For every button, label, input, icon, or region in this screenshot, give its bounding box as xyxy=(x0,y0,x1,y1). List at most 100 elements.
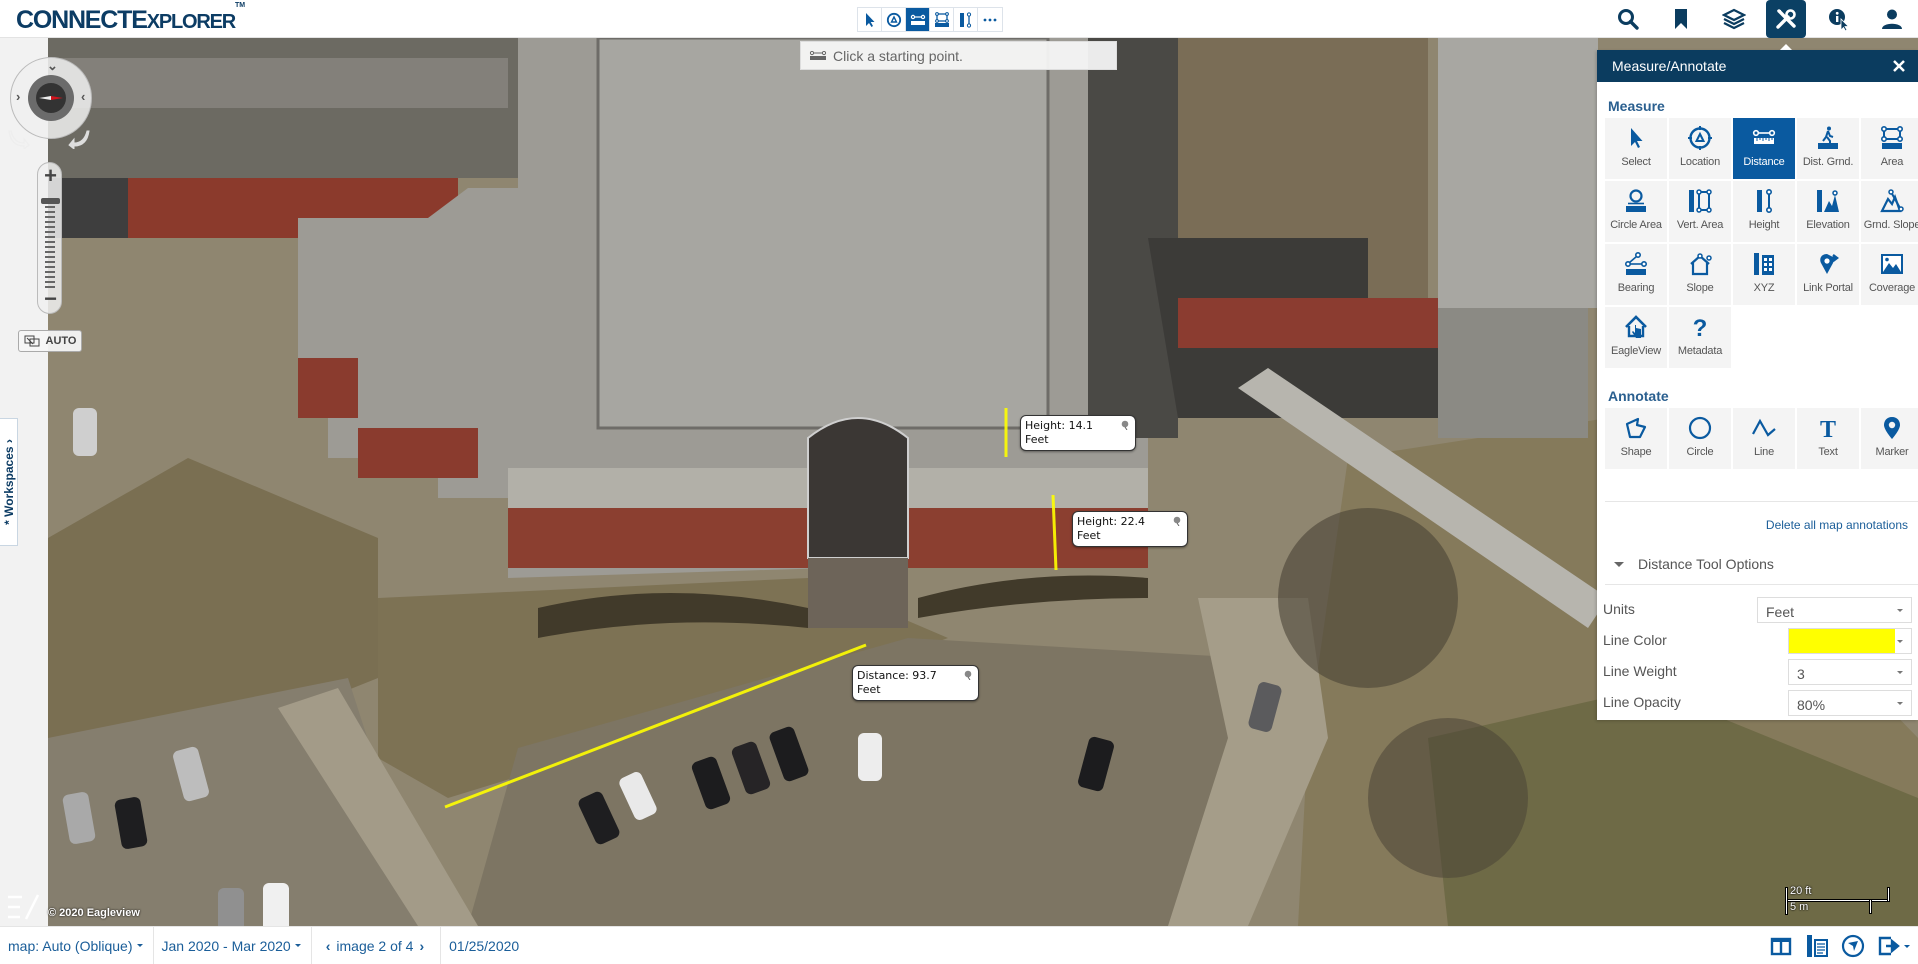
delete-all-annotations-link[interactable]: Delete all map annotations xyxy=(1597,502,1918,546)
bookmark-icon xyxy=(1674,9,1687,29)
quick-height-button[interactable] xyxy=(954,8,978,31)
nav-search-button[interactable] xyxy=(1601,0,1654,38)
nav-bookmarks-button[interactable] xyxy=(1654,0,1707,38)
connectexplorer-logo[interactable]: CONNECTEXPLORER TM xyxy=(16,2,245,35)
line-opacity-value: 80% xyxy=(1797,697,1826,713)
pan-up-chevron-icon[interactable]: ⌄ xyxy=(47,58,58,74)
date-range-dropdown[interactable]: Jan 2020 - Mar 2020 xyxy=(154,926,312,964)
annotation-value: Height: 14.1 xyxy=(1025,419,1094,432)
auto-view-button[interactable]: AUTO xyxy=(18,330,82,352)
annotation-unit: Feet xyxy=(1025,433,1049,446)
pin-icon[interactable] xyxy=(1120,420,1130,430)
tool-select[interactable]: Select xyxy=(1605,118,1667,179)
units-select[interactable]: Feet xyxy=(1757,597,1912,623)
caret-down-icon xyxy=(294,944,301,947)
map-mode-value: map: Auto (Oblique) xyxy=(8,937,133,954)
connect-explorer-app: CONNECTEXPLORERTM Height: 14.1 Feet Heig… xyxy=(0,0,1918,964)
pointer-icon xyxy=(865,12,874,27)
logo-trademark: TM xyxy=(234,1,246,9)
tool-label: Dist. Grnd. xyxy=(1802,156,1854,168)
height-annotation-label-1[interactable]: Height: 14.1 Feet xyxy=(1020,415,1136,451)
navigate-icon[interactable] xyxy=(1841,934,1865,958)
circle-area-icon xyxy=(1626,189,1646,212)
tool-bearing[interactable]: Bearing xyxy=(1605,244,1667,305)
quick-area-button[interactable] xyxy=(930,8,954,31)
zoom-slider-handle[interactable] xyxy=(41,198,60,204)
tool-distance-ground[interactable]: Dist. Grnd. xyxy=(1797,118,1859,179)
tool-elevation[interactable]: Elevation xyxy=(1797,181,1859,242)
line-opacity-label: Line Opacity xyxy=(1603,694,1681,710)
measure-section-title: Measure xyxy=(1608,98,1665,114)
text-icon: T xyxy=(1820,417,1836,440)
split-view-icon[interactable] xyxy=(1769,934,1793,958)
nav-info-button[interactable] xyxy=(1812,0,1865,38)
distance-tool-options-toggle[interactable]: Distance Tool Options xyxy=(1597,546,1918,584)
tool-label: Shape xyxy=(1620,446,1652,458)
tool-label: Bearing xyxy=(1617,282,1655,294)
walking-ruler-icon xyxy=(1818,126,1838,149)
close-icon[interactable] xyxy=(1890,57,1908,75)
tool-label: Coverage xyxy=(1868,282,1916,294)
workspaces-tab[interactable]: * Workspaces › xyxy=(0,418,18,546)
pin-icon[interactable] xyxy=(963,670,973,680)
map-mode-dropdown[interactable]: map: Auto (Oblique) xyxy=(0,926,154,964)
quick-more-button[interactable] xyxy=(978,8,1002,31)
measure-report-icon[interactable] xyxy=(1805,934,1829,958)
annotate-section-title: Annotate xyxy=(1608,388,1669,404)
caret-down-icon xyxy=(1904,944,1910,948)
quick-distance-button[interactable] xyxy=(906,8,930,31)
pan-right-chevron-icon[interactable]: ‹ xyxy=(81,89,85,104)
pan-left-chevron-icon[interactable]: › xyxy=(16,89,20,104)
caret-down-icon xyxy=(1897,702,1903,705)
tool-area[interactable]: Area xyxy=(1861,118,1918,179)
zoom-slider[interactable]: + − xyxy=(37,162,62,314)
tool-eagleview[interactable]: EagleView xyxy=(1605,307,1667,368)
caret-down-icon xyxy=(1897,640,1903,643)
line-color-select[interactable] xyxy=(1788,628,1912,654)
tool-height[interactable]: Height xyxy=(1733,181,1795,242)
tool-distance[interactable]: Distance xyxy=(1733,118,1795,179)
tool-text[interactable]: T Text xyxy=(1797,408,1859,469)
tool-label: Area xyxy=(1880,156,1904,168)
distance-annotation-label[interactable]: Distance: 93.7 Feet xyxy=(852,665,979,701)
measure-hint-box: Click a starting point. xyxy=(800,41,1117,70)
tool-metadata[interactable]: ? Metadata xyxy=(1669,307,1731,368)
tool-link-portal[interactable]: Link Portal xyxy=(1797,244,1859,305)
panel-title: Measure/Annotate xyxy=(1612,58,1727,74)
scale-bar: 20 ft 5 m xyxy=(1783,885,1895,915)
pin-icon[interactable] xyxy=(1172,516,1182,526)
tool-circle[interactable]: Circle xyxy=(1669,408,1731,469)
quick-select-button[interactable] xyxy=(858,8,882,31)
tool-coverage[interactable]: Coverage xyxy=(1861,244,1918,305)
zoom-out-button[interactable]: − xyxy=(38,288,63,310)
rotate-right-icon[interactable] xyxy=(68,127,90,149)
export-button[interactable] xyxy=(1877,934,1910,958)
tool-circle-area[interactable]: Circle Area xyxy=(1605,181,1667,242)
line-opacity-select[interactable]: 80% xyxy=(1788,690,1912,716)
tool-xyz[interactable]: XYZ xyxy=(1733,244,1795,305)
line-opacity-row: Line Opacity 80% xyxy=(1597,686,1918,717)
tool-marker[interactable]: Marker xyxy=(1861,408,1918,469)
tool-line[interactable]: Line xyxy=(1733,408,1795,469)
zoom-in-button[interactable]: + xyxy=(38,165,63,187)
tool-ground-slope[interactable]: Grnd. Slope xyxy=(1861,181,1918,242)
nav-user-button[interactable] xyxy=(1865,0,1918,38)
svg-text:?: ? xyxy=(1693,315,1708,339)
line-weight-select[interactable]: 3 xyxy=(1788,659,1912,685)
tool-vertical-area[interactable]: Vert. Area xyxy=(1669,181,1731,242)
next-image-button[interactable]: › xyxy=(413,938,430,954)
tool-shape[interactable]: Shape xyxy=(1605,408,1667,469)
nav-layers-button[interactable] xyxy=(1707,0,1760,38)
tool-label: Distance xyxy=(1743,156,1785,168)
caret-down-icon xyxy=(136,944,143,947)
nav-tools-button[interactable] xyxy=(1766,0,1806,52)
tool-label: Metadata xyxy=(1677,345,1723,357)
tool-location[interactable]: Location xyxy=(1669,118,1731,179)
annotation-value: Distance: 93.7 xyxy=(857,669,937,682)
rotate-left-icon[interactable] xyxy=(8,127,30,149)
previous-image-button[interactable]: ‹ xyxy=(320,938,337,954)
caret-down-icon xyxy=(1614,561,1624,567)
quick-location-button[interactable] xyxy=(882,8,906,31)
height-annotation-label-2[interactable]: Height: 22.4 Feet xyxy=(1072,511,1188,547)
tool-slope[interactable]: Slope xyxy=(1669,244,1731,305)
